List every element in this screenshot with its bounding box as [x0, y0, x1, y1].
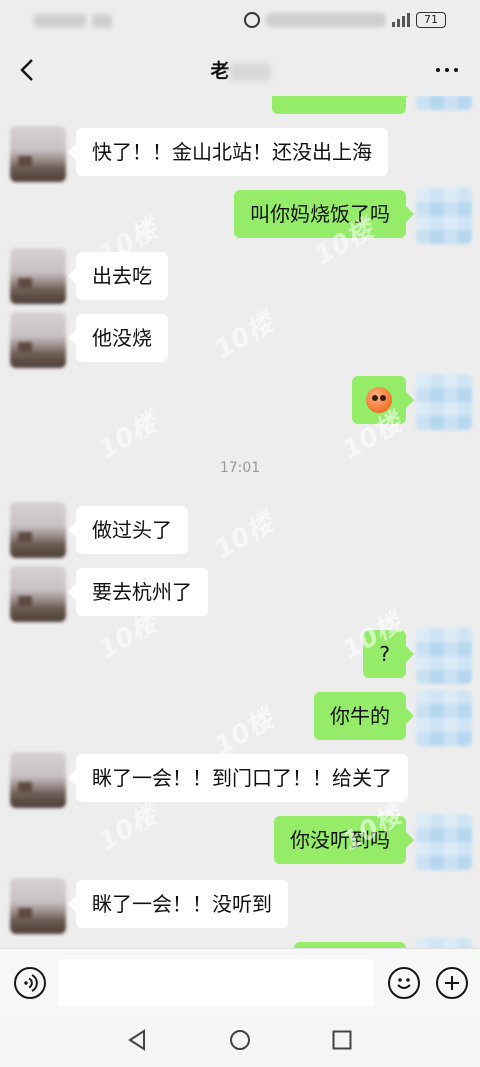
watermark: 10楼 — [93, 408, 163, 466]
message-text-input[interactable] — [58, 959, 374, 1007]
watermark: 10楼 — [93, 800, 163, 858]
message-bubble-out[interactable]: 你牛的 — [314, 692, 414, 740]
message-bubble-in[interactable]: 他没烧 — [68, 314, 168, 362]
contact-avatar[interactable] — [10, 566, 66, 622]
my-avatar[interactable] — [416, 374, 472, 430]
circle-home-icon[interactable] — [228, 1028, 252, 1052]
triangle-back-icon[interactable] — [126, 1028, 150, 1052]
message-bubble-out[interactable] — [272, 96, 414, 114]
watermark: 10楼 — [209, 308, 279, 366]
my-avatar[interactable] — [416, 628, 472, 684]
more-dots-icon[interactable] — [436, 68, 458, 72]
signal-icon — [392, 13, 410, 27]
message-timestamp: 17:01 — [219, 460, 261, 476]
message-bubble-in[interactable]: 眯了一会！！没听到 — [68, 880, 288, 928]
smiley-icon[interactable] — [388, 967, 420, 999]
chat-title-blur — [229, 62, 270, 81]
message-bubble-in[interactable]: 眯了一会！！到门口了！！给关了 — [68, 754, 408, 802]
my-avatar[interactable] — [416, 938, 472, 948]
contact-avatar[interactable] — [10, 752, 66, 808]
message-bubble-in[interactable]: 做过头了 — [68, 506, 188, 554]
voice-icon[interactable] — [14, 967, 46, 999]
contact-avatar[interactable] — [10, 502, 66, 558]
network-status — [266, 13, 386, 27]
square-recents-icon[interactable] — [330, 1028, 354, 1052]
message-bubble-out[interactable]: 叫你妈烧饭了吗 — [234, 190, 414, 238]
watermark: 10楼 — [209, 508, 279, 566]
message-input-bar — [0, 948, 480, 1016]
contact-avatar[interactable] — [10, 248, 66, 304]
alarm-icon — [244, 12, 260, 28]
my-avatar[interactable] — [416, 188, 472, 244]
chat-title: 老 — [0, 56, 480, 83]
message-bubble-in[interactable]: 快了！！金山北站！还没出上海 — [68, 128, 388, 176]
status-bar: 71 — [0, 0, 480, 44]
status-date — [92, 14, 112, 28]
contact-avatar[interactable] — [10, 126, 66, 182]
plus-icon[interactable] — [436, 967, 468, 999]
message-list[interactable]: 快了！！金山北站！还没出上海 叫你妈烧饭了吗 出去吃 他没烧 17:01 做过头… — [0, 96, 480, 948]
status-icons: 71 — [244, 12, 446, 28]
status-time — [34, 14, 86, 28]
contact-avatar[interactable] — [10, 312, 66, 368]
chat-title-text: 老 — [210, 60, 230, 82]
battery-icon: 71 — [416, 12, 446, 28]
watermark: 10楼 — [209, 704, 279, 762]
chat-header: 老 — [0, 44, 480, 96]
my-avatar[interactable] — [416, 814, 472, 870]
contact-avatar[interactable] — [10, 878, 66, 934]
my-avatar[interactable] — [416, 96, 472, 110]
system-navigation-bar — [0, 1016, 480, 1067]
my-avatar[interactable] — [416, 690, 472, 746]
